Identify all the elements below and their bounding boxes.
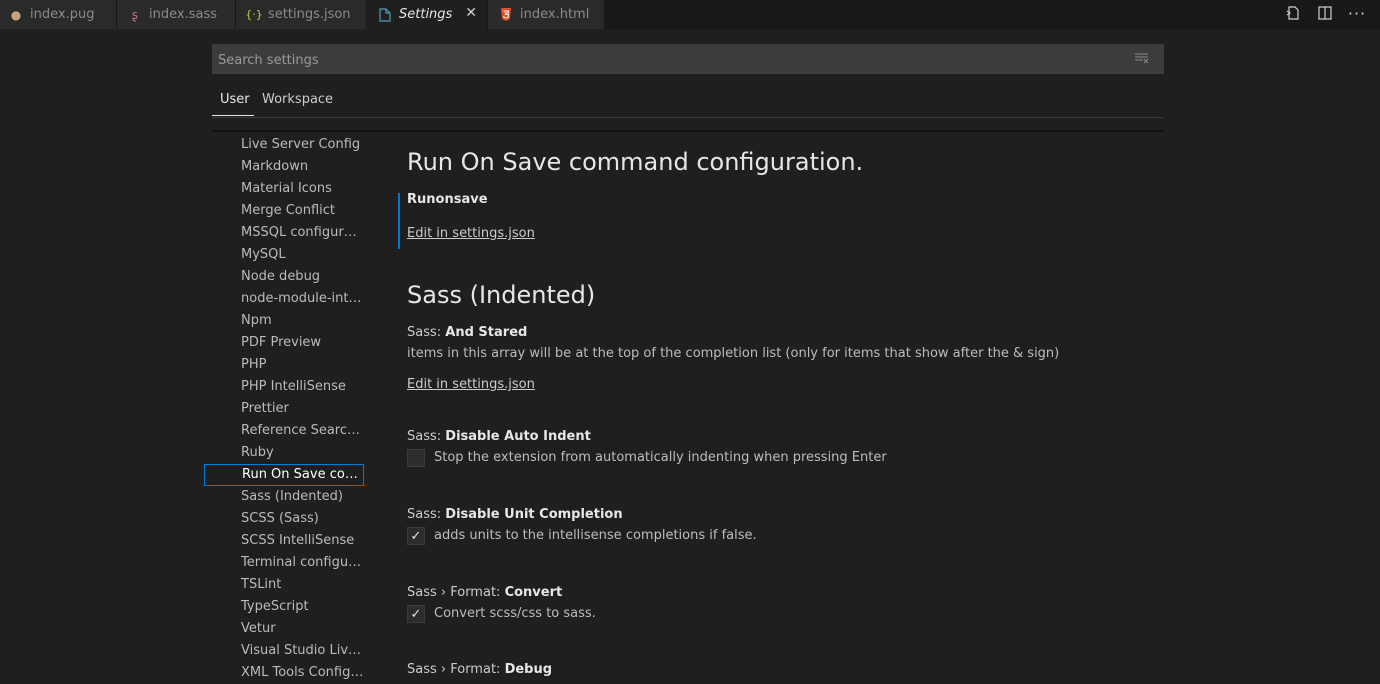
tab-index-pug[interactable]: ● index.pug <box>0 0 116 29</box>
json-braces-icon: {·} <box>245 8 263 21</box>
toc-item[interactable]: Run On Save com… <box>204 464 364 486</box>
section-heading-sass: Sass (Indented) <box>407 281 596 309</box>
tab-label: Settings <box>399 7 453 22</box>
checkbox-format-convert[interactable]: ✓ <box>407 605 425 623</box>
tab-settings[interactable]: Settings ✕ <box>367 0 487 29</box>
sass-icon: ʂ <box>131 7 139 22</box>
toc-item[interactable]: Ruby <box>204 442 364 464</box>
check-icon: ✓ <box>410 528 422 544</box>
divider <box>212 130 1164 132</box>
editor-actions: ··· <box>1284 4 1366 23</box>
toc-item[interactable]: PHP <box>204 354 364 376</box>
toc-item[interactable]: MSSQL configuration <box>204 222 364 244</box>
toc-item[interactable]: Material Icons <box>204 178 364 200</box>
toc-item[interactable]: Sass (Indented) <box>204 486 364 508</box>
setting-title-runonsave: Runonsave <box>407 192 488 207</box>
file-icon <box>377 7 393 23</box>
toc-item[interactable]: node-module-intelli… <box>204 288 364 310</box>
toc-item[interactable]: MySQL <box>204 244 364 266</box>
tab-index-html[interactable]: index.html <box>488 0 604 29</box>
setting-title-and-stared: Sass: And Stared <box>407 325 528 340</box>
toc-item[interactable]: Visual Studio Live S… <box>204 640 364 662</box>
checkbox-disable-auto-indent[interactable] <box>407 449 425 467</box>
toc-item[interactable]: Merge Conflict <box>204 200 364 222</box>
toc-item[interactable]: TSLint <box>204 574 364 596</box>
toc-item[interactable]: SCSS IntelliSense <box>204 530 364 552</box>
settings-search-box <box>212 44 1164 76</box>
tab-workspace[interactable]: Workspace <box>262 92 333 107</box>
setting-title-disable-auto-indent: Sass: Disable Auto Indent <box>407 429 591 444</box>
toc-item[interactable]: Terminal configura… <box>204 552 364 574</box>
edit-in-settings-json-link[interactable]: Edit in settings.json <box>407 377 535 392</box>
setting-description: items in this array will be at the top o… <box>407 346 1060 361</box>
close-icon[interactable]: ✕ <box>465 5 477 21</box>
edit-in-settings-json-link[interactable]: Edit in settings.json <box>407 226 535 241</box>
toc-item[interactable]: Markdown <box>204 156 364 178</box>
toc-item[interactable]: Npm <box>204 310 364 332</box>
setting-title-format-convert: Sass › Format: Convert <box>407 585 563 600</box>
toc-item[interactable]: Vetur <box>204 618 364 640</box>
more-actions-icon[interactable]: ··· <box>1348 4 1366 23</box>
tab-label: index.pug <box>30 7 95 22</box>
tab-user[interactable]: User <box>220 92 250 107</box>
toc-item[interactable]: Live Server Config <box>204 134 364 156</box>
checkbox-label: adds units to the intellisense completio… <box>434 528 757 543</box>
toc-item[interactable]: TypeScript <box>204 596 364 618</box>
settings-toc: Live Server Config Markdown Material Icons… <box>204 134 364 684</box>
focus-indicator <box>398 193 400 249</box>
tab-label: index.sass <box>149 7 217 22</box>
checkbox-label: Convert scss/css to sass. <box>434 606 596 621</box>
tab-label: index.html <box>520 7 590 22</box>
open-settings-json-icon[interactable] <box>1284 4 1302 22</box>
tab-index-sass[interactable]: ʂ index.sass <box>117 0 235 29</box>
search-input[interactable] <box>212 44 1120 76</box>
clear-filter-icon[interactable] <box>1134 51 1150 69</box>
toc-item[interactable]: Prettier <box>204 398 364 420</box>
tab-label: settings.json <box>268 7 351 22</box>
settings-scope-tabs: User Workspace <box>212 88 1164 118</box>
toc-item[interactable]: SCSS (Sass) <box>204 508 364 530</box>
toc-item[interactable]: Reference Search V… <box>204 420 364 442</box>
setting-title-format-debug: Sass › Format: Debug <box>407 662 553 677</box>
html5-icon <box>498 7 514 23</box>
checkbox-label: Stop the extension from automatically in… <box>434 450 887 465</box>
tab-settings-json[interactable]: {·} settings.json <box>236 0 366 29</box>
check-icon: ✓ <box>410 606 422 622</box>
editor-tab-bar: ● index.pug ʂ index.sass {·} settings.js… <box>0 0 1380 29</box>
split-editor-icon[interactable] <box>1316 4 1334 22</box>
section-heading-runonsave: Run On Save command configuration. <box>407 148 864 176</box>
active-tab-underline <box>212 115 254 116</box>
toc-item[interactable]: PHP IntelliSense <box>204 376 364 398</box>
setting-title-disable-unit-completion: Sass: Disable Unit Completion <box>407 507 623 522</box>
checkbox-disable-unit-completion[interactable]: ✓ <box>407 527 425 545</box>
toc-item[interactable]: Node debug <box>204 266 364 288</box>
pug-icon: ● <box>10 7 22 22</box>
toc-item[interactable]: XML Tools Configu… <box>204 662 364 684</box>
toc-item[interactable]: PDF Preview <box>204 332 364 354</box>
